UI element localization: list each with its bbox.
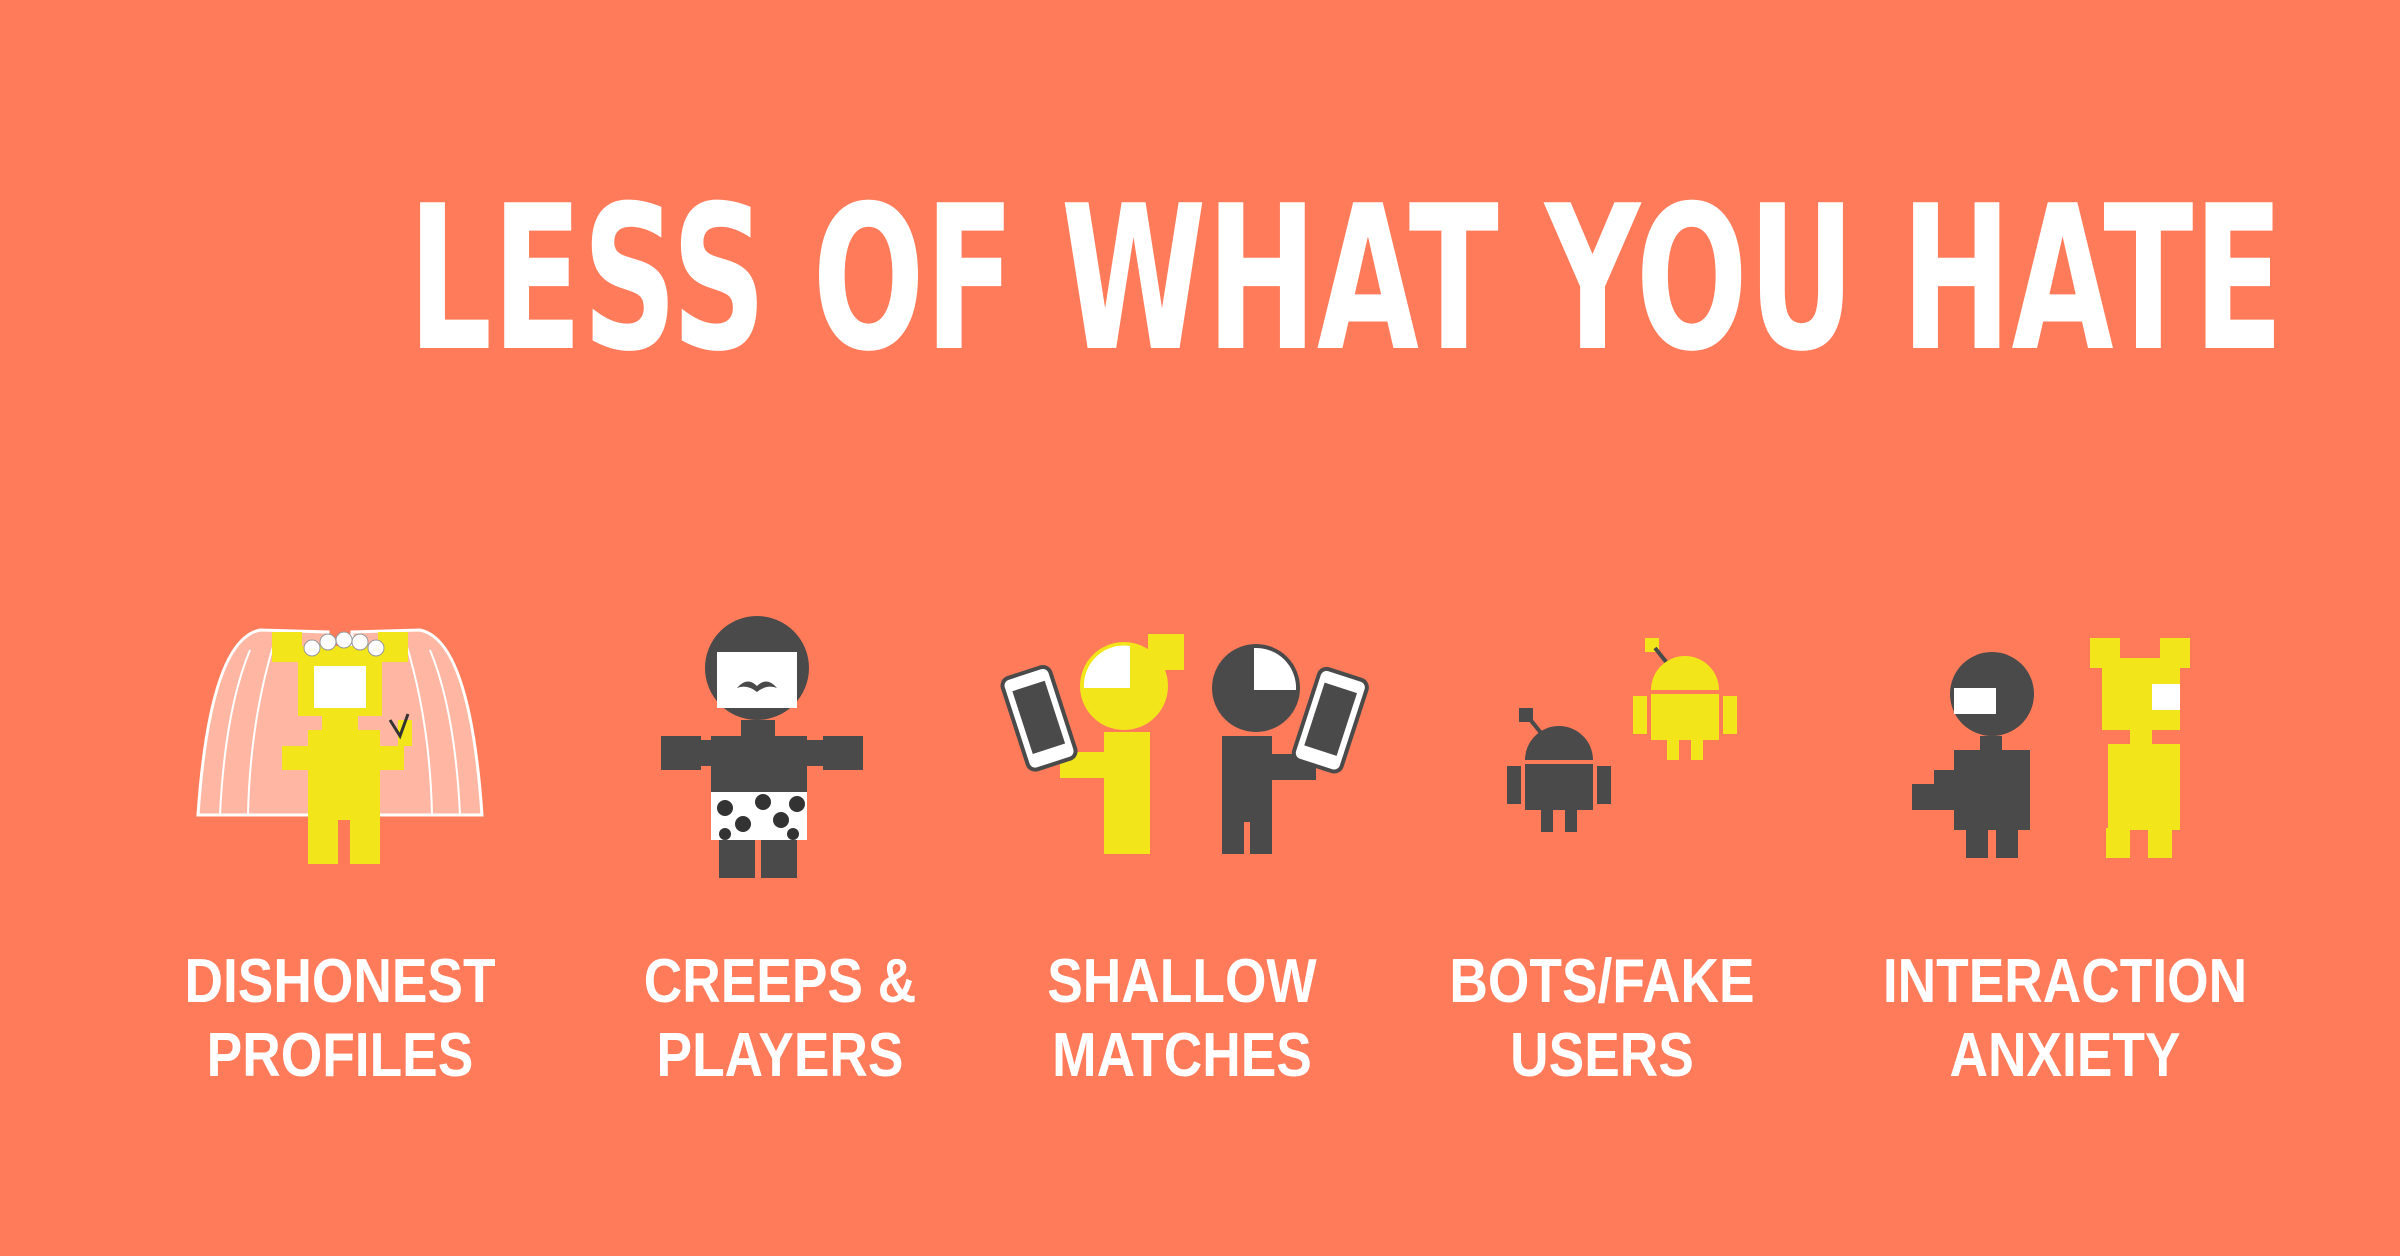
caption-line-2: PROFILES (206, 1021, 474, 1090)
caption-dishonest-profiles: DISHONEST PROFILES (151, 945, 529, 1093)
awkward-couple-icon (1912, 638, 2190, 858)
caption-line-2: USERS (1510, 1021, 1694, 1090)
caption-line-1: BOTS/FAKE (1449, 947, 1755, 1016)
caption-line-2: MATCHES (1052, 1021, 1312, 1090)
caption-line-1: CREEPS & (643, 947, 917, 1016)
caption-line-2: ANXIETY (1949, 1021, 2181, 1090)
people-on-phones-icon (1000, 634, 1369, 854)
robots-icon (1507, 638, 1737, 832)
headline: LESS OF WHAT YOU HATE (407, 163, 2284, 396)
caption-line-1: SHALLOW (1047, 947, 1317, 1016)
bride-with-veil-icon (196, 628, 484, 864)
caption-creeps-players: CREEPS & PLAYERS (591, 945, 969, 1093)
caption-line-1: DISHONEST (184, 947, 496, 1016)
mustache-man-in-boxers-icon (661, 616, 863, 878)
caption-line-2: PLAYERS (656, 1021, 904, 1090)
caption-bots-fake-users: BOTS/FAKE USERS (1413, 945, 1791, 1093)
caption-shallow-matches: SHALLOW MATCHES (993, 945, 1371, 1093)
caption-line-1: INTERACTION (1882, 947, 2248, 1016)
caption-interaction-anxiety: INTERACTION ANXIETY (1876, 945, 2254, 1093)
